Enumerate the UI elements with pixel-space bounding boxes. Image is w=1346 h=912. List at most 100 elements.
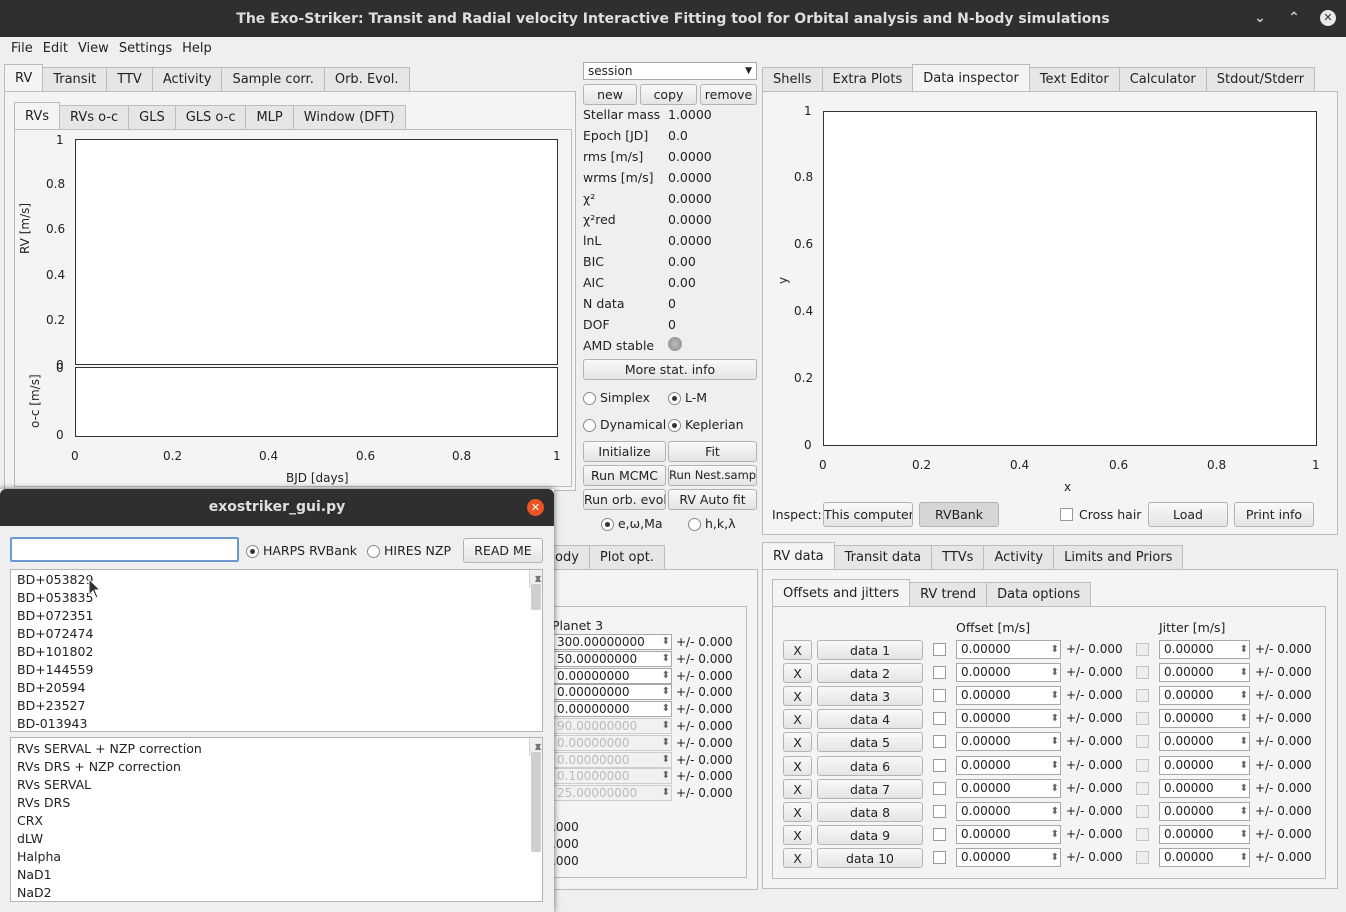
jitter-fit-checkbox[interactable] xyxy=(1136,804,1149,818)
read-me-button[interactable]: READ ME xyxy=(463,538,543,563)
fit-button[interactable]: Fit xyxy=(668,441,757,462)
jitter-fit-checkbox[interactable] xyxy=(1136,781,1149,795)
remove-dataset-button[interactable]: X xyxy=(783,640,812,660)
remove-dataset-button[interactable]: X xyxy=(783,686,812,707)
run-mcmc-button[interactable]: Run MCMC xyxy=(583,465,666,486)
offset-fit-checkbox[interactable] xyxy=(933,689,946,703)
session-combo[interactable]: session ▼ xyxy=(583,62,757,80)
scroll-down-icon[interactable]: ▼ xyxy=(532,738,541,756)
rv-plot-area[interactable] xyxy=(75,139,558,365)
offset-field[interactable]: 0.00000 xyxy=(956,640,1061,659)
offset-field[interactable]: 0.00000 xyxy=(956,801,1061,821)
lm-radio[interactable] xyxy=(668,392,681,405)
inspector-plot-area[interactable] xyxy=(823,111,1317,446)
minimize-icon[interactable]: ⌄ xyxy=(1250,8,1270,28)
remove-dataset-button[interactable]: X xyxy=(783,801,812,822)
lm-option[interactable]: L-M xyxy=(668,390,707,405)
offset-fit-checkbox[interactable] xyxy=(933,804,946,818)
offset-field[interactable]: 0.00000 xyxy=(956,686,1061,706)
tab-extra-plots[interactable]: Extra Plots xyxy=(821,67,914,92)
star-list-item[interactable]: BD+20594 xyxy=(14,679,542,697)
run-orb-evol-button[interactable]: Run orb. evol xyxy=(583,489,666,510)
product-list-item[interactable]: Halpha xyxy=(14,848,542,866)
hires-option[interactable]: HIRES NZP xyxy=(367,543,451,558)
tab-sample-corr[interactable]: Sample corr. xyxy=(221,67,325,92)
rvbank-button[interactable]: RVBank xyxy=(919,502,999,527)
remove-dataset-button[interactable]: X xyxy=(783,663,812,684)
planet3-param-field[interactable]: 0.00000000 xyxy=(552,734,672,751)
product-list-item[interactable]: NaD1 xyxy=(14,866,542,884)
keplerian-radio[interactable] xyxy=(668,419,681,432)
dynamical-option[interactable]: Dynamical xyxy=(583,417,666,432)
jitter-field[interactable]: 0.00000 xyxy=(1159,732,1250,752)
tab-data-inspector[interactable]: Data inspector xyxy=(912,64,1030,92)
jitter-fit-checkbox[interactable] xyxy=(1136,643,1149,656)
offset-field[interactable]: 0.00000 xyxy=(956,709,1061,729)
jitter-field[interactable]: 0.00000 xyxy=(1159,801,1250,821)
close-icon[interactable]: ✕ xyxy=(1320,10,1336,26)
offset-fit-checkbox[interactable] xyxy=(933,666,946,680)
product-list-item[interactable]: RVs SERVAL xyxy=(14,776,542,794)
session-remove-button[interactable]: remove xyxy=(700,84,757,105)
product-list-item[interactable]: dLW xyxy=(14,830,542,848)
session-copy-button[interactable]: copy xyxy=(640,84,697,105)
maximize-icon[interactable]: ⌃ xyxy=(1284,8,1304,28)
planet3-param-field[interactable]: 0.00000000 xyxy=(552,701,672,718)
dataset-button[interactable]: data 3 xyxy=(817,686,923,707)
subtab-gls[interactable]: GLS xyxy=(128,105,176,130)
offset-field[interactable]: 0.00000 xyxy=(956,663,1061,683)
jitter-field[interactable]: 0.00000 xyxy=(1159,824,1250,844)
hkl-radio[interactable] xyxy=(688,518,701,531)
jitter-fit-checkbox[interactable] xyxy=(1136,827,1149,841)
remove-dataset-button[interactable]: X xyxy=(783,778,812,799)
dataset-button[interactable]: data 8 xyxy=(817,801,923,822)
offset-fit-checkbox[interactable] xyxy=(933,735,946,749)
jitter-field[interactable]: 0.00000 xyxy=(1159,778,1250,798)
jitter-fit-checkbox[interactable] xyxy=(1136,689,1149,703)
dataset-button[interactable]: data 2 xyxy=(817,663,923,684)
tab-stdout-stderr[interactable]: Stdout/Stderr xyxy=(1205,67,1316,92)
subtab-rvs-oc[interactable]: RVs o-c xyxy=(59,105,130,130)
planet3-param-field[interactable]: 0.10000000 xyxy=(552,768,672,785)
tab-text-editor[interactable]: Text Editor xyxy=(1028,67,1120,92)
menu-help[interactable]: Help xyxy=(182,41,212,56)
planet3-param-field[interactable]: 0.00000000 xyxy=(552,751,672,768)
offset-fit-checkbox[interactable] xyxy=(933,827,946,841)
remove-dataset-button[interactable]: X xyxy=(783,709,812,730)
oc-plot-area[interactable] xyxy=(75,367,558,437)
ewma-option[interactable]: e,ω,Ma xyxy=(601,516,663,531)
jitter-fit-checkbox[interactable] xyxy=(1136,666,1149,680)
tab-transit[interactable]: Transit xyxy=(42,67,108,92)
rv-auto-fit-button[interactable]: RV Auto fit xyxy=(668,489,757,510)
load-button[interactable]: Load xyxy=(1148,502,1228,527)
remove-dataset-button[interactable]: X xyxy=(783,732,812,753)
this-computer-button[interactable]: This computer xyxy=(823,502,913,527)
planet3-param-field[interactable]: 50.00000000 xyxy=(552,650,672,667)
scroll-down-icon[interactable]: ▼ xyxy=(532,570,541,588)
offset-field[interactable]: 0.00000 xyxy=(956,778,1061,798)
planet3-param-field[interactable]: 0.00000000 xyxy=(552,667,672,684)
planet3-param-field[interactable]: 0.00000000 xyxy=(552,684,672,701)
scroll-thumb[interactable] xyxy=(531,752,541,852)
jitter-field[interactable]: 0.00000 xyxy=(1159,686,1250,706)
subtab-rvs[interactable]: RVs xyxy=(14,102,60,130)
dynamical-radio[interactable] xyxy=(583,419,596,432)
hires-radio[interactable] xyxy=(367,545,380,558)
remove-dataset-button[interactable]: X xyxy=(783,755,812,776)
star-search-input[interactable] xyxy=(10,537,239,562)
planet3-param-field[interactable]: 90.00000000 xyxy=(552,718,672,734)
tab-calculator[interactable]: Calculator xyxy=(1118,67,1207,92)
dataset-button[interactable]: data 10 xyxy=(817,847,923,868)
jitter-fit-checkbox[interactable] xyxy=(1136,735,1149,749)
remove-dataset-button[interactable]: X xyxy=(783,824,812,845)
simplex-radio[interactable] xyxy=(583,392,596,405)
ewma-radio[interactable] xyxy=(601,518,614,531)
jitter-fit-checkbox[interactable] xyxy=(1136,758,1149,772)
print-info-button[interactable]: Print info xyxy=(1234,502,1314,527)
product-list-scrollbar[interactable]: ▲ ▼ xyxy=(529,738,542,852)
crosshair-checkbox[interactable] xyxy=(1060,508,1073,521)
subtab-mlp[interactable]: MLP xyxy=(245,105,294,130)
tab-rv-data[interactable]: RV data xyxy=(762,542,835,570)
tab-rv[interactable]: RV xyxy=(4,64,44,92)
harps-option[interactable]: HARPS RVBank xyxy=(246,543,357,558)
